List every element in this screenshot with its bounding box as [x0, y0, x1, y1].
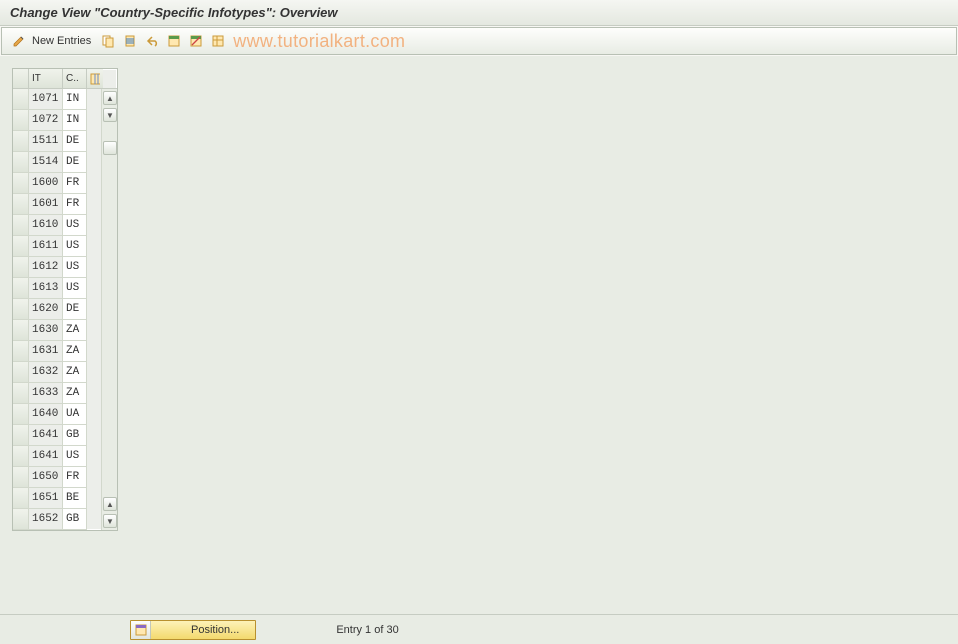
cell-it[interactable]: 1641 [29, 446, 63, 467]
table-header: IT C.. [13, 69, 117, 89]
row-selector[interactable] [13, 173, 29, 194]
cell-it[interactable]: 1630 [29, 320, 63, 341]
row-selector[interactable] [13, 131, 29, 152]
row-selector[interactable] [13, 215, 29, 236]
cell-it[interactable]: 1611 [29, 236, 63, 257]
row-selector[interactable] [13, 278, 29, 299]
new-entries-button[interactable]: New Entries [32, 35, 91, 47]
scroll-down-icon[interactable]: ▼ [103, 108, 117, 122]
cell-it[interactable]: 1511 [29, 131, 63, 152]
cell-country[interactable]: IN [63, 89, 87, 110]
scroll-page-down-icon[interactable]: ▼ [103, 514, 117, 528]
cell-country[interactable]: ZA [63, 341, 87, 362]
watermark-text: www.tutorialkart.com [233, 31, 405, 52]
cell-country[interactable]: US [63, 278, 87, 299]
delete-icon[interactable] [120, 31, 140, 51]
cell-it[interactable]: 1612 [29, 257, 63, 278]
cell-it[interactable]: 1650 [29, 467, 63, 488]
cell-it[interactable]: 1651 [29, 488, 63, 509]
toggle-display-change-icon[interactable] [9, 31, 29, 51]
cell-country[interactable]: FR [63, 467, 87, 488]
cell-it[interactable]: 1652 [29, 509, 63, 530]
cell-it[interactable]: 1600 [29, 173, 63, 194]
row-selector[interactable] [13, 236, 29, 257]
select-all-icon[interactable] [164, 31, 184, 51]
toolbar: New Entries www.tutorialkart.com [1, 27, 957, 55]
column-it[interactable]: IT [29, 69, 63, 88]
cell-country[interactable]: ZA [63, 320, 87, 341]
cell-country[interactable]: US [63, 236, 87, 257]
row-selector[interactable] [13, 362, 29, 383]
row-selector[interactable] [13, 320, 29, 341]
cell-it[interactable]: 1631 [29, 341, 63, 362]
cell-it[interactable]: 1514 [29, 152, 63, 173]
column-selector[interactable] [13, 69, 29, 88]
column-country[interactable]: C.. [63, 69, 87, 88]
infotype-table: IT C.. 1071IN1072IN1511DE1514DE1600FR160… [12, 68, 118, 531]
copy-as-icon[interactable] [98, 31, 118, 51]
row-selector[interactable] [13, 257, 29, 278]
cell-it[interactable]: 1632 [29, 362, 63, 383]
cell-it[interactable]: 1640 [29, 404, 63, 425]
cell-country[interactable]: DE [63, 131, 87, 152]
cell-it[interactable]: 1641 [29, 425, 63, 446]
cell-country[interactable]: IN [63, 110, 87, 131]
row-selector[interactable] [13, 152, 29, 173]
cell-country[interactable]: ZA [63, 362, 87, 383]
position-button[interactable]: Position... [130, 620, 256, 640]
cell-country[interactable]: GB [63, 509, 87, 530]
cell-it[interactable]: 1633 [29, 383, 63, 404]
row-selector[interactable] [13, 110, 29, 131]
row-selector[interactable] [13, 425, 29, 446]
cell-it[interactable]: 1620 [29, 299, 63, 320]
cell-country[interactable]: DE [63, 152, 87, 173]
scroll-thumb[interactable] [103, 141, 117, 155]
cell-country[interactable]: FR [63, 194, 87, 215]
row-selector[interactable] [13, 467, 29, 488]
row-selector[interactable] [13, 509, 29, 530]
deselect-all-icon[interactable] [186, 31, 206, 51]
row-selector[interactable] [13, 383, 29, 404]
scroll-page-up-icon[interactable]: ▲ [103, 497, 117, 511]
scroll-up-icon[interactable]: ▲ [103, 91, 117, 105]
row-selector[interactable] [13, 341, 29, 362]
table-settings-icon[interactable] [208, 31, 228, 51]
row-selector[interactable] [13, 299, 29, 320]
row-selector[interactable] [13, 446, 29, 467]
row-selector[interactable] [13, 194, 29, 215]
cell-it[interactable]: 1610 [29, 215, 63, 236]
cell-it[interactable]: 1601 [29, 194, 63, 215]
content-area: IT C.. 1071IN1072IN1511DE1514DE1600FR160… [0, 56, 958, 614]
cell-country[interactable]: FR [63, 173, 87, 194]
row-selector[interactable] [13, 89, 29, 110]
position-label: Position... [191, 624, 239, 636]
cell-country[interactable]: BE [63, 488, 87, 509]
cell-country[interactable]: US [63, 446, 87, 467]
cell-country[interactable]: US [63, 257, 87, 278]
page-title: Change View "Country-Specific Infotypes"… [10, 5, 338, 20]
title-bar: Change View "Country-Specific Infotypes"… [0, 0, 958, 26]
cell-country[interactable]: ZA [63, 383, 87, 404]
undo-change-icon[interactable] [142, 31, 162, 51]
vertical-scrollbar[interactable]: ▲ ▼ ▲ ▼ [101, 89, 117, 530]
cell-country[interactable]: US [63, 215, 87, 236]
entry-counter: Entry 1 of 30 [336, 624, 398, 636]
cell-country[interactable]: UA [63, 404, 87, 425]
footer-bar: Position... Entry 1 of 30 [0, 614, 958, 644]
cell-it[interactable]: 1072 [29, 110, 63, 131]
position-icon [131, 621, 151, 639]
row-selector[interactable] [13, 488, 29, 509]
cell-it[interactable]: 1071 [29, 89, 63, 110]
cell-country[interactable]: GB [63, 425, 87, 446]
cell-it[interactable]: 1613 [29, 278, 63, 299]
row-selector[interactable] [13, 404, 29, 425]
cell-country[interactable]: DE [63, 299, 87, 320]
configure-columns-icon[interactable] [87, 69, 103, 88]
